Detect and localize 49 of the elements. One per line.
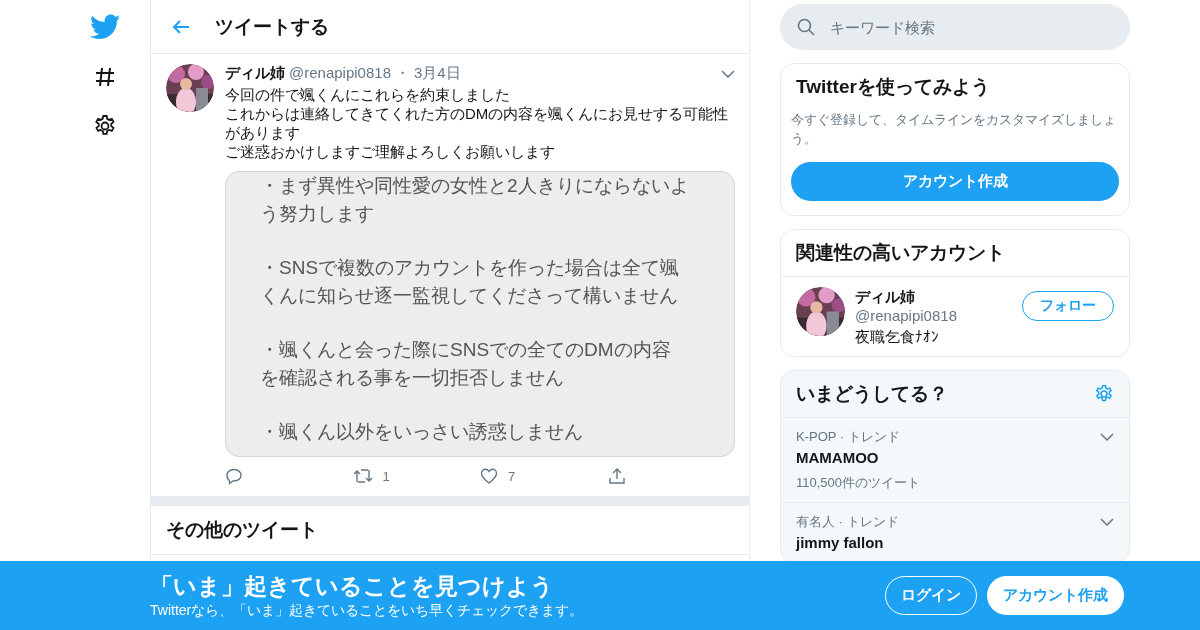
chevron-down-icon[interactable] [1100, 518, 1114, 526]
memo-line: ・颯くん以外をいっさい誘惑しません [260, 420, 583, 444]
settings-icon[interactable] [93, 114, 117, 138]
action-count: 7 [508, 468, 516, 484]
follow-button[interactable]: フォロー [1022, 291, 1114, 321]
reply-icon[interactable] [225, 467, 243, 485]
separator-dot: ・ [394, 64, 410, 83]
memo-line: う努力します [260, 202, 374, 226]
tweet-image[interactable]: ・まず異性や同性愛の女性と2人きりにならないよ う努力します ・SNSで複数のアカウントを作った場合は全て颯 くんに知らせ逐一監視してくださって構いません ・颯くんと会った際にSNSでの全てのDMの内容 を確認される事を一切拒否しません ・颯くん以外をいっさい誘惑しません [225, 171, 735, 457]
tweet-text-line: 今回の件で颯くんにこれらを約束しました [225, 85, 510, 104]
trend-name[interactable]: jimmy fallon [796, 534, 1114, 551]
bird-logo-icon[interactable] [90, 14, 120, 40]
heart-icon[interactable] [480, 467, 498, 485]
page-title: ツイートする [215, 14, 329, 39]
chevron-down-icon[interactable] [1100, 433, 1114, 441]
back-arrow-icon[interactable] [171, 18, 191, 35]
account-bio: 夜職乞食ﾅｵﾝ [855, 327, 940, 346]
search-icon [797, 18, 815, 36]
create-account-button[interactable]: アカウント作成 [791, 162, 1119, 201]
card-title: いまどうしてる？ [796, 382, 948, 406]
search-field[interactable]: キーワード検索 [780, 4, 1130, 50]
memo-line: くんに知らせ逐一監視してくださって構いません [260, 284, 678, 308]
author-handle[interactable]: @renapipi0818 [289, 64, 391, 81]
section-title: その他のツイート [166, 519, 318, 540]
hashtag-icon[interactable] [93, 65, 117, 89]
tweet-date[interactable]: 3月4日 [413, 64, 461, 83]
memo-line: を確認される事を一切拒否しません [260, 366, 564, 390]
memo-line: ・まず異性や同性愛の女性と2人きりにならないよ [260, 174, 689, 198]
retweet-icon[interactable] [352, 467, 373, 485]
tweet-text-line: これからは連絡してきてくれた方のDMの内容を颯くんにお見せする可能性があります [225, 104, 730, 142]
memo-line: ・颯くんと会った際にSNSでの全てのDMの内容 [260, 338, 671, 362]
author-name[interactable]: ディル姉 [225, 64, 285, 83]
create-account-button[interactable]: アカウント作成 [987, 576, 1124, 615]
banner-title: 「いま」起きていることを見つけよう [150, 572, 555, 601]
card-title: 関連性の高いアカウント [781, 230, 1129, 277]
share-icon[interactable] [607, 467, 626, 485]
signup-text: 今すぐ登録して、タイムラインをカスタマイズしましょう。 [791, 111, 1117, 148]
action-count: 1 [382, 468, 390, 484]
memo-line: ・SNSで複数のアカウントを作った場合は全て颯 [260, 256, 680, 280]
chevron-down-icon[interactable] [721, 69, 735, 78]
account-handle[interactable]: @renapipi0818 [855, 306, 1012, 325]
trend-name[interactable]: MAMAMOO [796, 449, 1114, 466]
trend-category: K-POP · トレンド [796, 428, 900, 446]
banner-subtitle: Twitterなら、「いま」起きていることをいち早くチェックできます。 [150, 602, 584, 620]
tweet-count: 110,500件のツイート [796, 474, 922, 492]
card-title: Twitterを使ってみよう [795, 75, 991, 99]
tweet-text-line: ご迷惑おかけしますご理解よろしくお願いします [225, 142, 555, 161]
trend-category: 有名人 · トレンド [796, 513, 899, 531]
account-name[interactable]: ディル姉 [855, 287, 1012, 306]
